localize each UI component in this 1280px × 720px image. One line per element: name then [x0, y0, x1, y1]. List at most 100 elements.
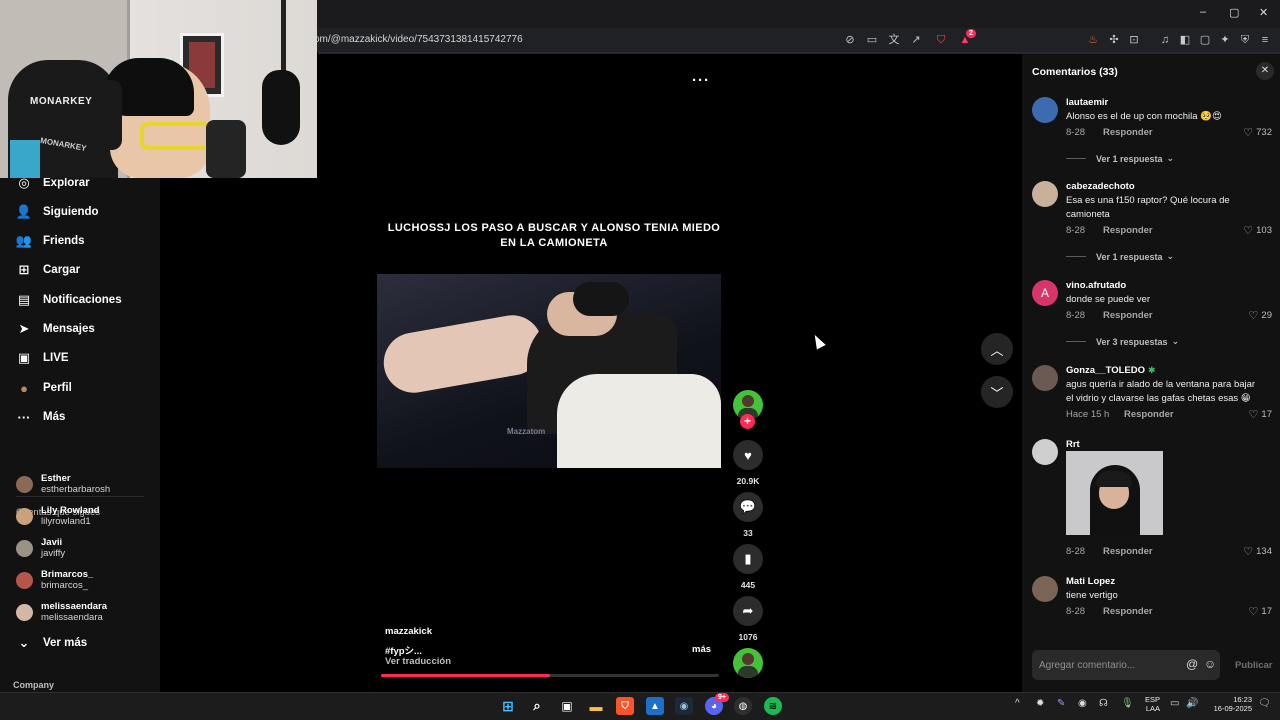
save-button[interactable]: ▮	[733, 544, 763, 574]
brave-browser-icon[interactable]: ⛉	[616, 697, 634, 715]
comment-image[interactable]	[1066, 451, 1163, 535]
extensions-icon[interactable]: ✣	[1107, 33, 1121, 47]
video-author[interactable]: mazzakick	[385, 626, 432, 637]
show-hidden-icons[interactable]: ^	[1015, 698, 1020, 709]
sidebar-item-notificaciones[interactable]: ▤ Notificaciones	[16, 290, 122, 310]
footer-company-link[interactable]: Company	[13, 680, 54, 690]
extension-fire-icon[interactable]: ♨	[1086, 33, 1100, 47]
description-more-link[interactable]: más	[692, 644, 711, 655]
comment-username[interactable]: cabezadechoto	[1066, 181, 1135, 192]
reply-button[interactable]: Responder	[1103, 310, 1153, 321]
comment-like-button[interactable]: ♡ 29	[1249, 309, 1272, 322]
cast-icon[interactable]: ▭	[865, 33, 879, 47]
share-button[interactable]: ➦	[733, 596, 763, 626]
see-more-button[interactable]: ⌄ Ver más	[16, 633, 88, 653]
comment-avatar[interactable]	[1032, 181, 1058, 207]
close-comments-button[interactable]: ✕	[1256, 62, 1274, 80]
task-view-icon[interactable]: ▣	[558, 697, 576, 715]
next-video-button[interactable]: ﹀	[981, 376, 1013, 408]
followed-account[interactable]: Brimarcos_ brimarcos_	[16, 566, 93, 594]
mention-icon[interactable]: @	[1186, 657, 1198, 671]
wallet-icon[interactable]: ▢	[1198, 33, 1212, 47]
menu-icon[interactable]: ≡	[1258, 33, 1272, 47]
view-replies-button[interactable]: Ver 1 respuesta ⌄	[1066, 251, 1174, 262]
network-icon[interactable]: ▭	[1170, 698, 1179, 709]
steam-icon[interactable]: ◉	[675, 697, 693, 715]
translate-icon[interactable]: 文	[887, 33, 901, 47]
no-tracking-icon[interactable]: ⊘	[843, 33, 857, 47]
followed-account[interactable]: Esther estherbarbarosh	[16, 470, 110, 498]
comment-username[interactable]: vino.afrutado	[1066, 280, 1126, 291]
reply-button[interactable]: Responder	[1103, 127, 1153, 138]
maximize-button[interactable]: ▢	[1229, 6, 1239, 19]
video-progress-bar[interactable]	[381, 674, 719, 677]
tray-steam-icon[interactable]: ◉	[1078, 698, 1087, 709]
comment-input[interactable]	[1039, 657, 1179, 673]
screenshot-icon[interactable]: ⊡	[1127, 33, 1141, 47]
emoji-icon[interactable]: ☺	[1204, 657, 1216, 671]
comment-avatar[interactable]	[1032, 576, 1058, 602]
photos-icon[interactable]: ▲	[646, 697, 664, 715]
comment-avatar[interactable]	[1032, 97, 1058, 123]
sidebar-item-cargar[interactable]: ⊞ Cargar	[16, 260, 81, 280]
like-button[interactable]: ♥	[733, 440, 763, 470]
post-comment-button[interactable]: Publicar	[1235, 660, 1273, 671]
minimize-button[interactable]: –	[1200, 6, 1206, 18]
leo-ai-icon[interactable]: ✦	[1218, 33, 1232, 47]
followed-account[interactable]: melissaendara melissaendara	[16, 598, 107, 626]
translate-link[interactable]: Ver traducción	[385, 656, 451, 667]
share-icon[interactable]: ↗	[909, 33, 923, 47]
volume-icon[interactable]: 🔊	[1186, 698, 1198, 709]
discord-icon[interactable]: ◕ 9+	[705, 693, 729, 715]
comment-username[interactable]: Rrt	[1066, 439, 1080, 450]
clock[interactable]: 16:23 16-09-2025	[1200, 695, 1252, 713]
windows-start-icon[interactable]: ⊞	[499, 697, 517, 715]
video-more-menu-button[interactable]: ···	[692, 72, 710, 89]
comment-button[interactable]: 💬	[733, 492, 763, 522]
sidebar-item-live[interactable]: ▣ LIVE	[16, 348, 69, 368]
file-explorer-icon[interactable]: ▬	[587, 697, 605, 715]
comment-like-button[interactable]: ♡ 17	[1249, 605, 1272, 618]
comment-like-button[interactable]: ♡ 17	[1249, 408, 1272, 421]
close-window-button[interactable]: ✕	[1259, 6, 1268, 19]
reply-button[interactable]: Responder	[1103, 606, 1153, 617]
sidebar-icon[interactable]: ◧	[1178, 33, 1192, 47]
comment-avatar[interactable]: A	[1032, 280, 1058, 306]
spotify-icon[interactable]: ≋	[764, 697, 782, 715]
sidebar-item-friends[interactable]: 👥 Friends	[16, 231, 85, 251]
headset-icon[interactable]: ☊	[1099, 698, 1108, 709]
sidebar-item-m-s[interactable]: ··· Más	[16, 407, 66, 427]
followed-account[interactable]: Lily Rowland lilyrowland1	[16, 502, 100, 530]
rewards-icon[interactable]: ▲ 2	[958, 29, 976, 47]
sound-disc-avatar[interactable]	[733, 648, 763, 678]
sidebar-item-siguiendo[interactable]: 👤 Siguiendo	[16, 202, 99, 222]
comment-like-button[interactable]: ♡ 134	[1243, 545, 1272, 558]
reply-button[interactable]: Responder	[1103, 546, 1153, 557]
vpn-icon[interactable]: ⛨	[1238, 33, 1252, 47]
reply-button[interactable]: Responder	[1124, 409, 1174, 420]
reply-button[interactable]: Responder	[1103, 225, 1153, 236]
view-replies-button[interactable]: Ver 3 respuestas ⌄	[1066, 336, 1179, 347]
comment-avatar[interactable]	[1032, 439, 1058, 465]
comment-username[interactable]: Gonza__TOLEDO ✱	[1066, 365, 1156, 376]
comment-like-button[interactable]: ♡ 103	[1243, 224, 1272, 237]
url-text[interactable]: om/@mazzakick/video/7543731381415742776	[314, 34, 523, 45]
search-icon[interactable]: ⌕	[528, 697, 546, 715]
sidebar-item-mensajes[interactable]: ➤ Mensajes	[16, 319, 95, 339]
obs-icon[interactable]: ◍	[734, 697, 752, 715]
comment-like-button[interactable]: ♡ 732	[1243, 126, 1272, 139]
notifications-icon[interactable]: 🗨	[1258, 698, 1271, 709]
followed-account[interactable]: Javii javiffy	[16, 534, 65, 562]
comment-input-box[interactable]: @ ☺	[1032, 650, 1220, 680]
view-replies-button[interactable]: Ver 1 respuesta ⌄	[1066, 153, 1174, 164]
media-icon[interactable]: ♫	[1158, 33, 1172, 47]
tray-pen-icon[interactable]: ✎	[1057, 698, 1065, 709]
video-player[interactable]: Mazzatom	[377, 274, 721, 468]
brave-shields-icon[interactable]: ⛉	[934, 33, 948, 47]
microphone-icon[interactable]: 🎙	[1121, 698, 1134, 709]
comment-avatar[interactable]	[1032, 365, 1058, 391]
comment-username[interactable]: Mati Lopez	[1066, 576, 1115, 587]
comment-username[interactable]: lautaemir	[1066, 97, 1108, 108]
previous-video-button[interactable]: ︿	[981, 333, 1013, 365]
tray-app-icon[interactable]: ✹	[1036, 698, 1044, 709]
